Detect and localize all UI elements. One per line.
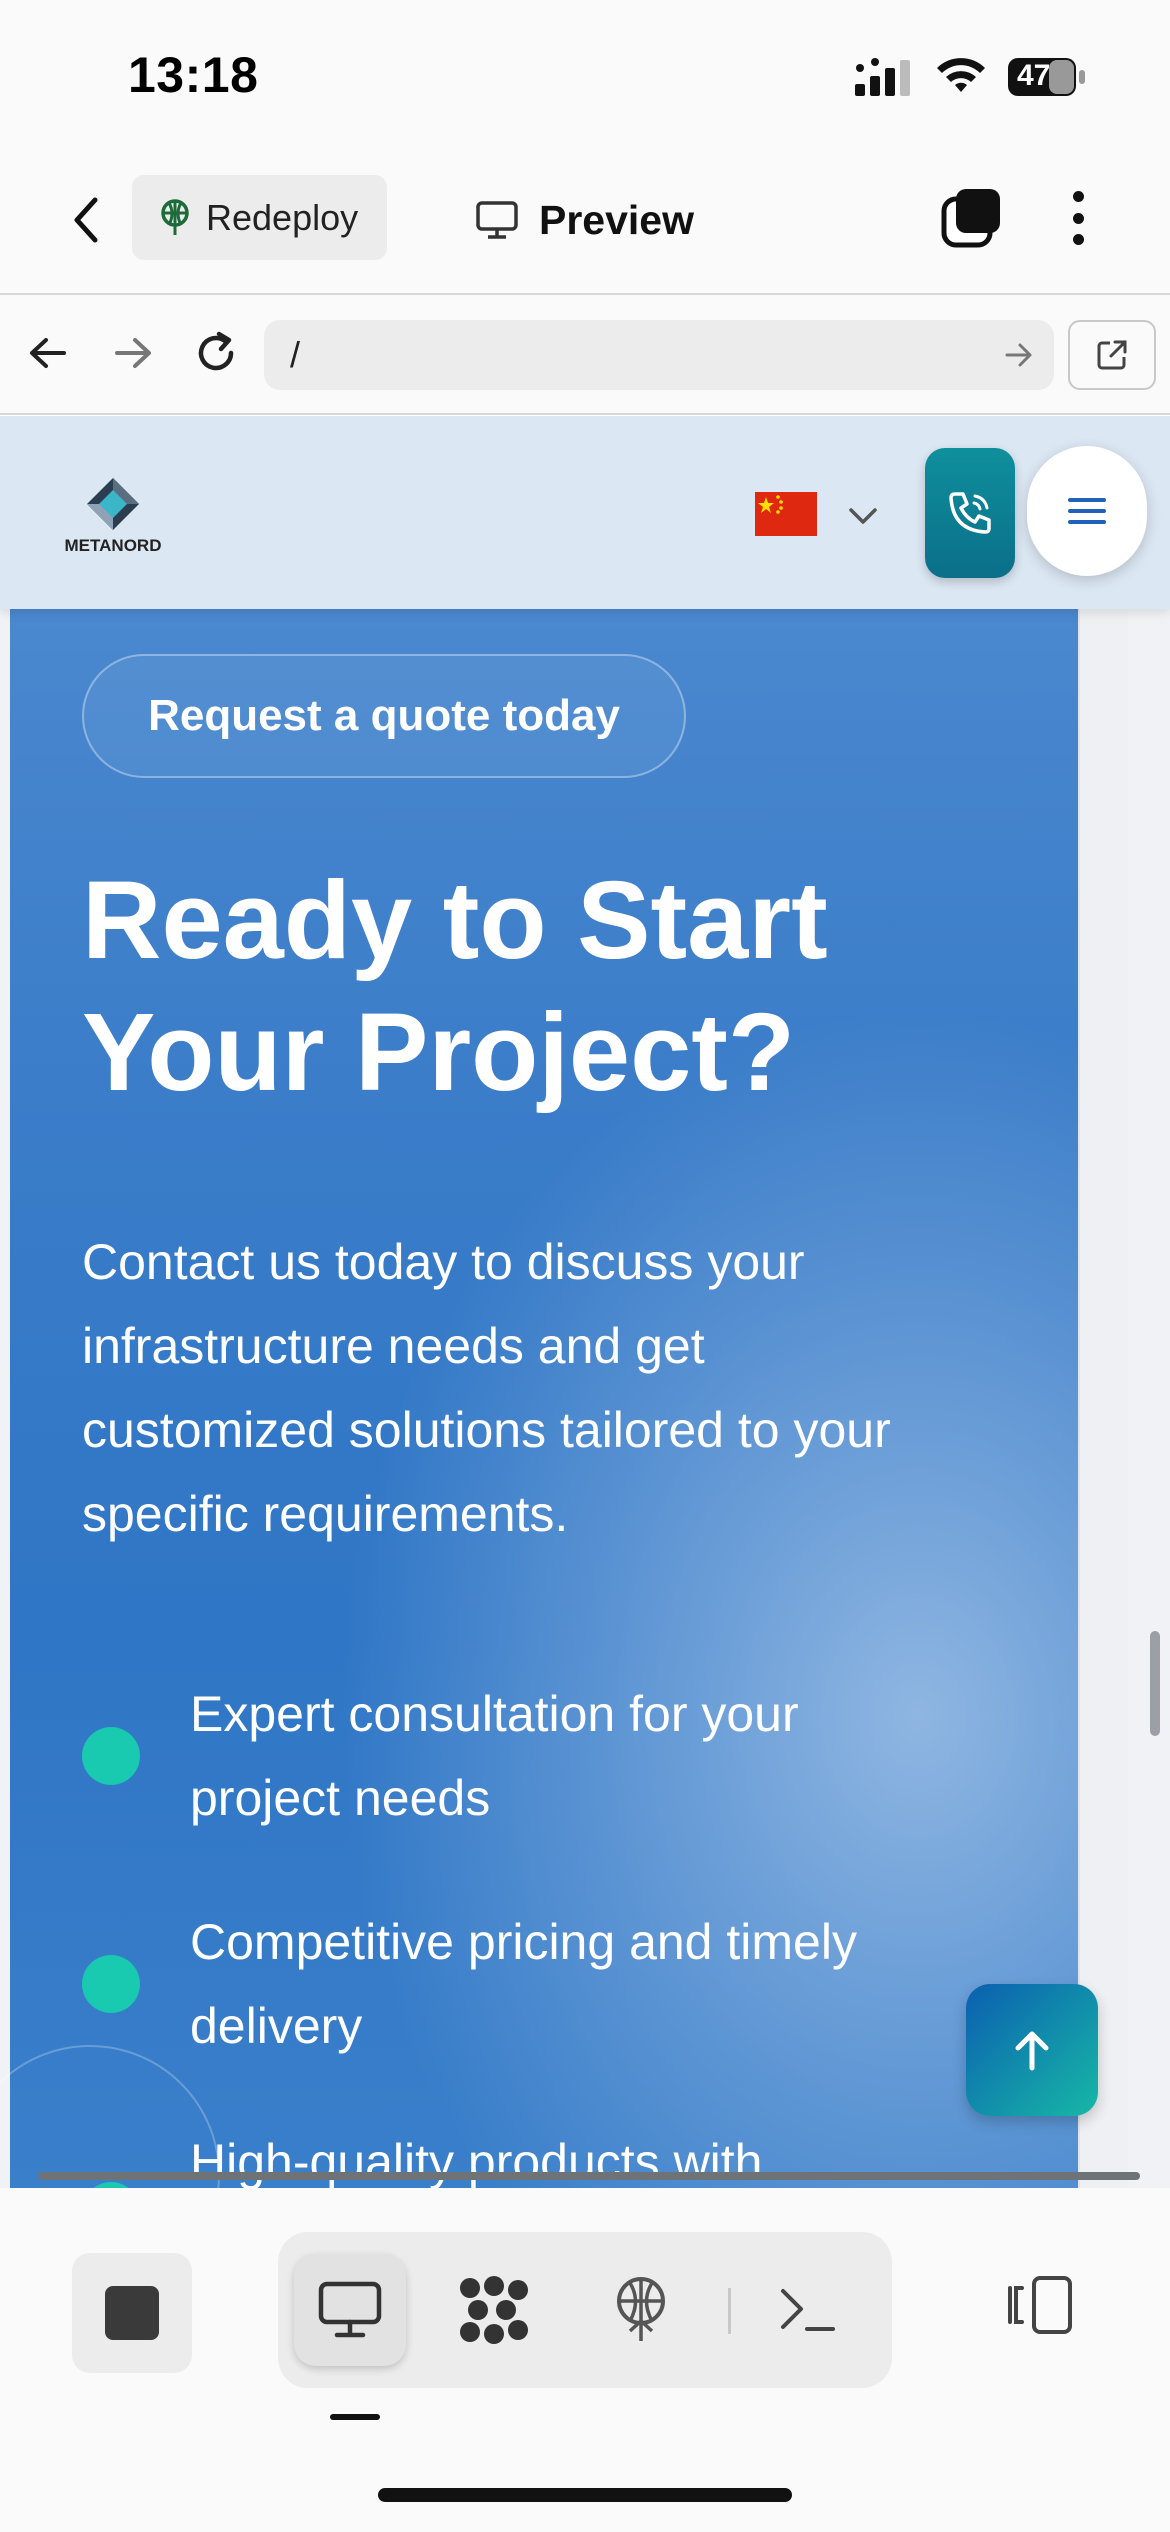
url-field[interactable]: / — [264, 320, 1054, 390]
hamburger-menu-icon — [1068, 498, 1106, 524]
arrow-up-icon — [1015, 2031, 1049, 2071]
page-scrollbar[interactable] — [1150, 1631, 1160, 1736]
horizontal-scrollbar[interactable] — [38, 2172, 1140, 2180]
antenna-icon — [161, 198, 189, 235]
divider — [728, 2288, 731, 2334]
open-external-button[interactable] — [1068, 320, 1156, 390]
bottom-toolbar — [0, 2188, 1170, 2532]
site-header: METANORD — [0, 416, 1170, 609]
agents-mode-button[interactable] — [438, 2254, 550, 2366]
cellular-signal-icon — [855, 58, 910, 96]
hero-title: Ready to Start Your Project? — [82, 855, 982, 1119]
go-arrow-icon[interactable] — [1004, 340, 1034, 370]
home-indicator — [378, 2488, 792, 2502]
preview-mode-button[interactable] — [294, 2254, 406, 2366]
call-button[interactable] — [925, 448, 1015, 578]
chevron-left-icon — [74, 197, 98, 243]
tabs-icon — [941, 189, 1000, 248]
feature-line: Competitive pricing and timely — [190, 1914, 857, 1970]
site-logo[interactable]: METANORD — [58, 476, 168, 576]
preview-tab[interactable]: Preview — [475, 190, 694, 250]
side-gutter — [1078, 609, 1128, 2188]
feature-line: Expert consultation for your — [190, 1686, 799, 1742]
active-mode-indicator — [330, 2414, 380, 2420]
terminal-icon — [781, 2289, 835, 2331]
hero-title-line-2: Your Project? — [82, 991, 796, 1114]
antenna-icon — [617, 2277, 665, 2341]
request-quote-pill[interactable]: Request a quote today — [82, 654, 686, 778]
hero-description-line: specific requirements. — [82, 1486, 569, 1542]
arrow-left-icon — [30, 338, 66, 368]
redeploy-label: Redeploy — [206, 196, 359, 238]
scroll-to-top-button[interactable] — [966, 1984, 1098, 2116]
stop-button[interactable] — [72, 2253, 192, 2373]
app-toolbar: Redeploy Preview — [0, 150, 1170, 295]
external-link-icon — [1097, 340, 1127, 370]
chevron-down-icon[interactable] — [845, 498, 881, 534]
china-flag-icon[interactable] — [755, 492, 817, 536]
hero-description-line: infrastructure needs and get — [82, 1318, 705, 1374]
wifi-icon — [937, 58, 985, 92]
bullet-dot-icon — [82, 1727, 140, 1785]
terminal-mode-button[interactable] — [752, 2254, 864, 2366]
tabs-button[interactable] — [940, 185, 1004, 251]
battery-icon: 47 — [1007, 57, 1087, 97]
more-options-button[interactable] — [1060, 185, 1096, 251]
monitor-icon — [318, 2281, 382, 2338]
hero-title-line-1: Ready to Start — [82, 859, 828, 982]
feature-item: Competitive pricing and timely delivery — [82, 1900, 1002, 2068]
deploy-mode-button[interactable] — [585, 2254, 697, 2366]
browser-bar: / — [0, 295, 1170, 415]
hero-description-line: Contact us today to discuss your — [82, 1234, 805, 1290]
logo-text: METANORD — [64, 536, 162, 555]
back-button[interactable] — [58, 190, 114, 250]
more-vertical-icon — [1072, 191, 1084, 202]
status-time: 13:18 — [128, 47, 259, 103]
reload-icon — [198, 331, 234, 371]
feature-item: Expert consultation for your project nee… — [82, 1672, 1002, 1840]
panel-toggle-button[interactable] — [1000, 2270, 1076, 2340]
stop-icon — [105, 2286, 159, 2340]
nav-forward-button[interactable] — [105, 325, 161, 381]
redeploy-button[interactable]: Redeploy — [132, 175, 387, 260]
menu-button[interactable] — [1027, 446, 1147, 576]
feature-text: Expert consultation for your project nee… — [190, 1672, 799, 1840]
metanord-logo-icon — [87, 478, 139, 530]
phone-icon — [949, 492, 991, 534]
feature-text: Competitive pricing and timely delivery — [190, 1900, 857, 2068]
mode-switcher — [278, 2232, 892, 2388]
nav-back-button[interactable] — [20, 325, 76, 381]
panel-toggle-icon — [1008, 2276, 1072, 2334]
arrow-right-icon — [115, 338, 151, 368]
preview-label: Preview — [539, 196, 694, 243]
hero-description: Contact us today to discuss your infrast… — [82, 1220, 1012, 1556]
status-bar: 13:18 47 — [0, 0, 1170, 150]
reload-button[interactable] — [188, 325, 244, 381]
battery-level: 47 — [1017, 59, 1051, 92]
feature-line: project needs — [190, 1770, 491, 1826]
hero-description-line: customized solutions tailored to your — [82, 1402, 891, 1458]
feature-line: delivery — [190, 1998, 363, 2054]
bullet-dot-icon — [82, 1955, 140, 2013]
monitor-icon — [476, 201, 518, 239]
cluster-icon — [460, 2276, 528, 2344]
url-text: / — [290, 334, 301, 375]
